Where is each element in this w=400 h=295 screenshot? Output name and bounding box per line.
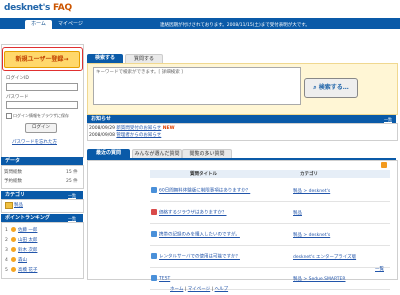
user-icon — [11, 227, 16, 232]
category-link[interactable]: 製品 — [293, 211, 302, 216]
ranking-item: 2 山田 太郎 — [5, 237, 38, 243]
rss-icon[interactable] — [381, 162, 387, 168]
login-button[interactable]: ログイン — [25, 123, 57, 133]
ranking-item: 3 鈴木 次郎 — [5, 247, 38, 253]
login-id-field[interactable] — [6, 83, 78, 91]
col-category-header: カテゴリ — [300, 172, 318, 177]
remember-checkbox[interactable] — [6, 113, 12, 119]
question-link[interactable]: TEST — [159, 277, 170, 282]
category-link[interactable]: 製品 > desknet's — [293, 233, 330, 238]
category-link[interactable]: 製品 > desknet's — [293, 189, 330, 194]
col-title-header: 質問タイトル — [190, 172, 217, 177]
question-link[interactable]: 携帯の記録のみを購入したいのですが。 — [159, 233, 240, 238]
ranking-item: 4 森山 — [5, 257, 27, 263]
questions-more-link[interactable]: 一覧 — [375, 266, 384, 272]
news-header: お知らせ — [87, 115, 396, 123]
tab-search[interactable]: 検索する — [87, 54, 123, 63]
question-icon — [151, 275, 157, 282]
news-link[interactable]: 管理者からのお知らせ — [116, 133, 161, 138]
news-item: 2008/09/08 管理者からのお知らせ — [89, 133, 162, 138]
password-field[interactable] — [6, 101, 78, 109]
news-list: 2008/09/29 新質問受付のお知らせ NEW 2008/09/08 管理者… — [89, 125, 175, 139]
question-link[interactable]: 60日間無料体験版に制限事項はありますか？ — [159, 189, 250, 194]
table-row[interactable]: 携帯の記録のみを購入したいのですが。 製品 > desknet's — [150, 223, 390, 246]
questions-table-header — [150, 170, 390, 178]
category-link[interactable]: desknet's エンタープライズ版 — [293, 255, 356, 260]
question-icon — [151, 231, 157, 238]
ranking-list: 1 佐藤 一郎 2 山田 太郎 3 鈴木 次郎 4 森山 5 高橋 花子 — [5, 226, 37, 276]
search-icon: ⌕ — [313, 84, 317, 91]
password-label: パスワード — [6, 95, 29, 100]
user-icon — [11, 267, 16, 272]
footer-home-link[interactable]: ホーム — [170, 287, 183, 292]
ranking-user-link[interactable]: 山田 太郎 — [18, 238, 37, 243]
search-input[interactable]: キーワードで検索ができます。[ 詳細検索 ] — [93, 67, 301, 105]
user-icon — [11, 247, 16, 252]
welcome-message: 連絡因期が付けされております。2008/11/15(土)まで受付表明が大です。 — [160, 23, 310, 28]
ranking-user-link[interactable]: 高橋 花子 — [18, 268, 37, 273]
questions-table: 60日間無料体験版に制限事項はありますか？ 製品 > desknet's 価格す… — [150, 180, 390, 290]
ranking-user-link[interactable]: 鈴木 次郎 — [18, 248, 37, 253]
table-row[interactable]: レンタルサーバでの使用は可能ですか？ desknet's エンタープライズ版 — [150, 245, 390, 268]
ranking-user-link[interactable]: 佐藤 一郎 — [18, 228, 37, 233]
tab-recent-questions[interactable]: 最近の質問 — [87, 149, 130, 158]
data-value: 15 件 — [66, 170, 78, 175]
tab-home[interactable]: ホーム — [25, 20, 52, 29]
category-item[interactable]: 製品 — [14, 202, 23, 208]
user-icon — [11, 237, 16, 242]
question-link[interactable]: 価格するジラウザはありますか？ — [159, 211, 227, 216]
category-link[interactable]: 製品 > Sedue.SMARTER — [293, 277, 346, 282]
news-item: 2008/09/29 新質問受付のお知らせ NEW — [89, 126, 175, 131]
remember-label: ログイン情報をブラウザに保存 — [13, 113, 69, 118]
data-value: 25 件 — [66, 179, 78, 184]
new-badge: NEW — [162, 126, 175, 131]
tab-mypage[interactable]: マイページ — [57, 20, 84, 29]
data-header: データ — [1, 157, 83, 165]
new-user-button[interactable]: 新規ユーザー登録→ — [4, 51, 80, 68]
ranking-user-link[interactable]: 森山 — [18, 258, 27, 263]
question-icon — [151, 253, 157, 260]
news-link[interactable]: 新質問受付のお知らせ — [116, 126, 161, 131]
ranking-item: 5 高橋 花子 — [5, 267, 38, 273]
table-row[interactable]: 60日間無料体験版に制限事項はありますか？ 製品 > desknet's — [150, 180, 390, 202]
app-logo: desknet's FAQ — [4, 3, 72, 13]
footer-mypage-link[interactable]: マイページ — [188, 287, 210, 292]
login-id-label: ログインID — [6, 76, 29, 81]
forgot-password-link[interactable]: パスワードを忘れた方 — [12, 139, 57, 145]
footer-links: ホーム | マイページ | ヘルプ — [170, 287, 229, 292]
question-link[interactable]: レンタルサーバでの使用は可能ですか？ — [159, 255, 240, 260]
table-row[interactable]: 価格するジラウザはありますか？ 製品 — [150, 201, 390, 224]
question-icon — [151, 209, 157, 216]
data-label: 質問総数 — [4, 170, 22, 175]
search-button[interactable]: ⌕ 検索する… — [304, 78, 358, 98]
folder-icon — [5, 202, 13, 209]
question-icon — [151, 187, 157, 194]
footer-help-link[interactable]: ヘルプ — [215, 287, 229, 292]
user-icon — [11, 257, 16, 262]
ranking-item: 1 佐藤 一郎 — [5, 227, 38, 233]
data-label: 予約総数 — [4, 179, 22, 184]
